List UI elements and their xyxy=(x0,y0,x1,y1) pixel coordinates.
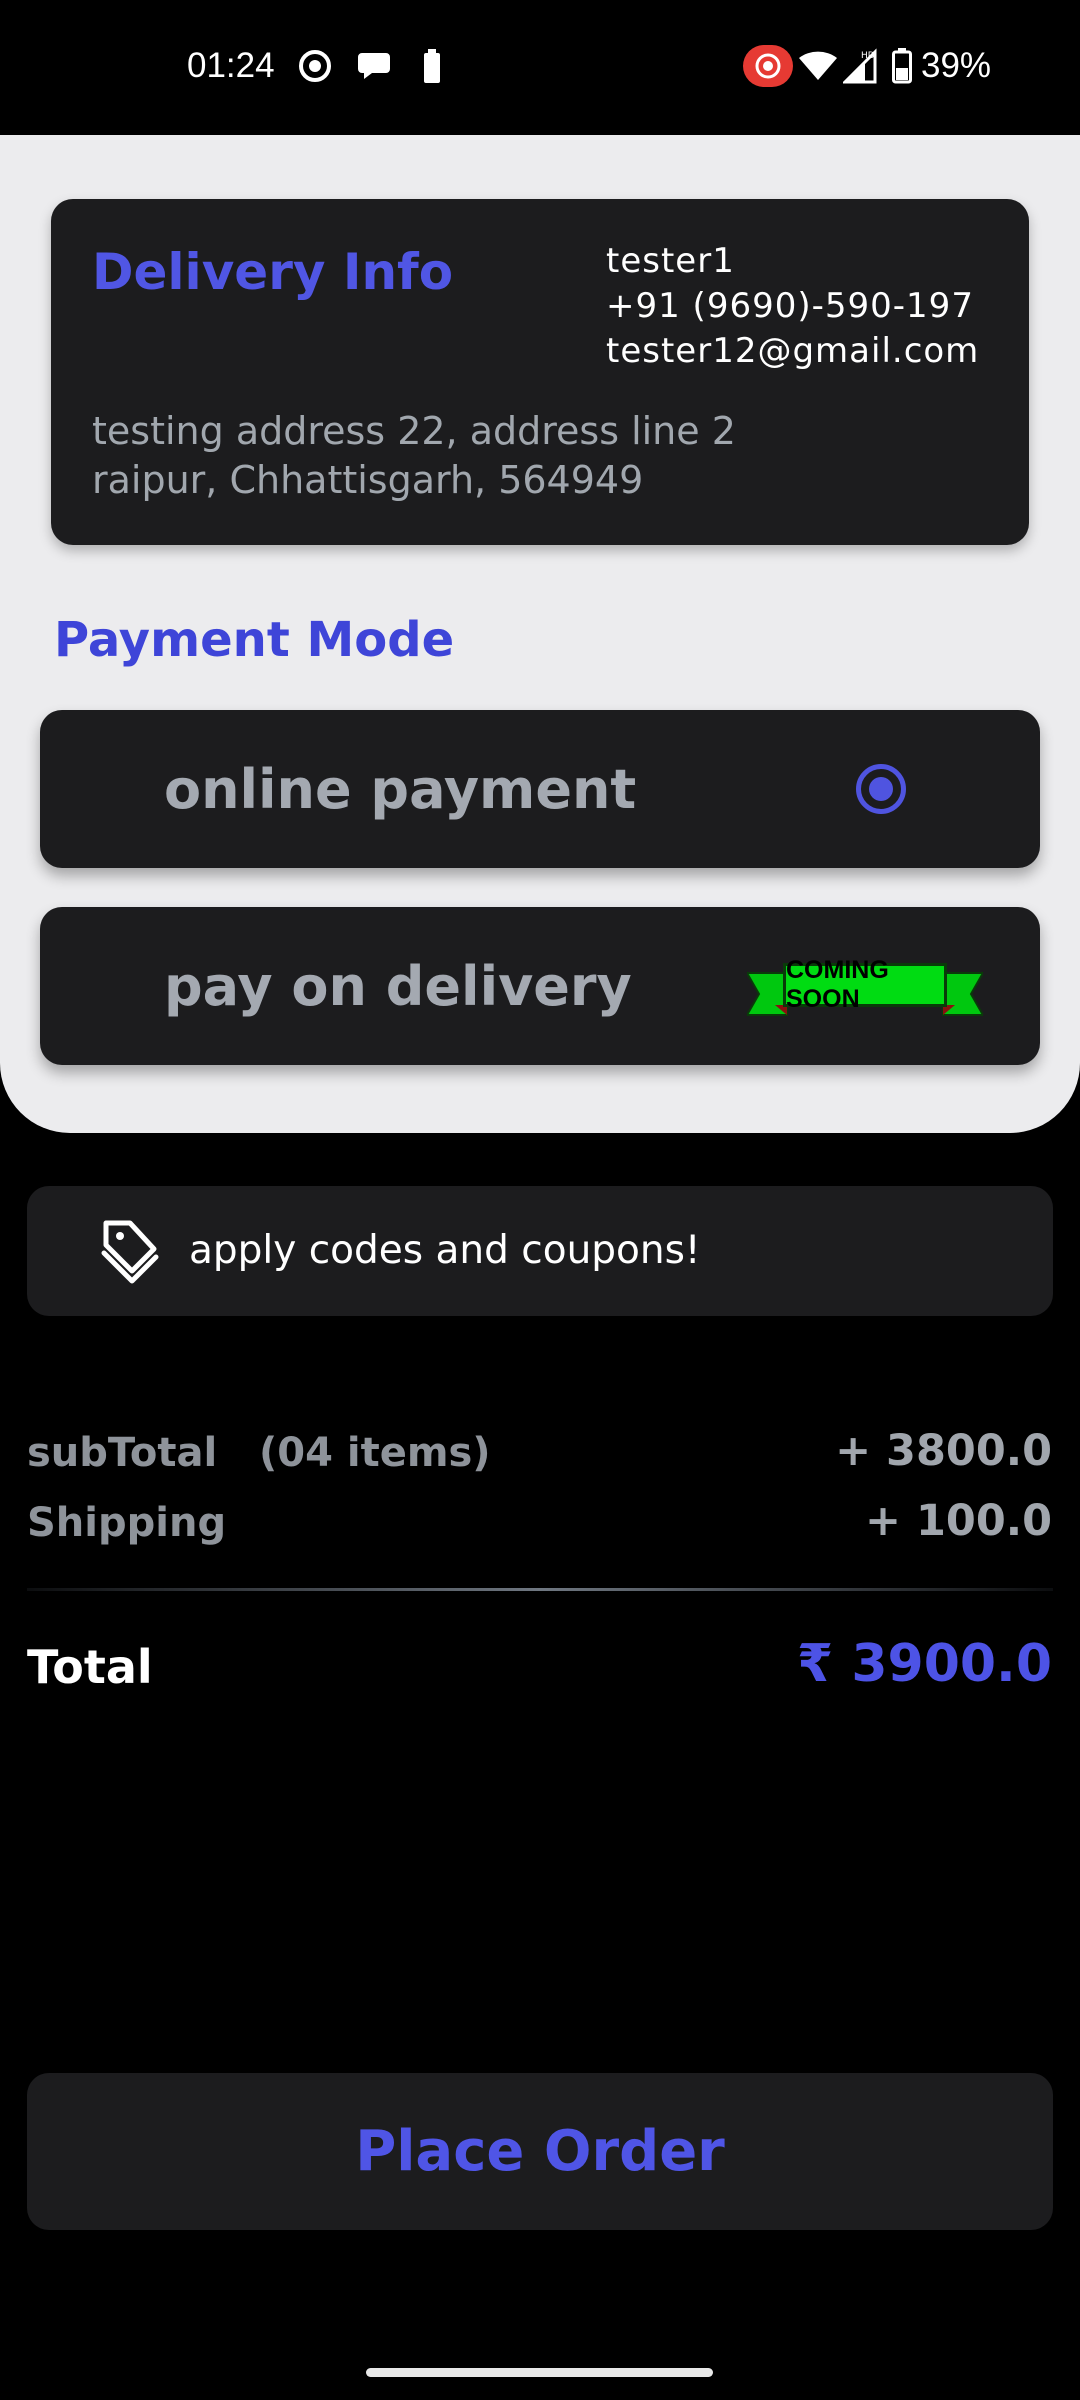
total-value: ₹ 3900.0 xyxy=(797,1634,1052,1694)
battery-percent: 39% xyxy=(921,46,992,85)
status-time: 01:24 xyxy=(187,46,275,85)
coming-soon-text: COMING SOON xyxy=(783,956,947,1013)
contact-email: tester12@gmail.com xyxy=(606,331,980,371)
contact-name: tester1 xyxy=(606,241,735,281)
payment-mode-title: Payment Mode xyxy=(54,612,455,668)
home-indicator[interactable] xyxy=(366,2368,713,2377)
wifi-icon xyxy=(798,48,838,84)
address-line-1: testing address 22, address line 2 xyxy=(92,409,736,453)
screen-record-icon xyxy=(742,45,794,87)
place-order-button[interactable]: Place Order xyxy=(27,2073,1053,2230)
payment-option-label: pay on delivery xyxy=(164,955,632,1018)
signal-icon: HD xyxy=(842,48,878,84)
contact-phone: +91 (9690)-590-197 xyxy=(606,286,974,326)
radio-selected-icon[interactable] xyxy=(856,764,906,814)
shipping-value: + 100.0 xyxy=(864,1496,1052,1546)
chat-bubble-icon xyxy=(355,48,393,84)
record-icon xyxy=(296,48,334,84)
summary-divider xyxy=(27,1588,1053,1591)
total-label: Total xyxy=(27,1640,153,1694)
tag-icon xyxy=(100,1219,160,1285)
apply-coupon-button[interactable]: apply codes and coupons! xyxy=(27,1186,1053,1316)
coupon-label: apply codes and coupons! xyxy=(189,1228,701,1273)
address-block: testing address 22, address line 2 raipu… xyxy=(92,407,736,505)
payment-option-online[interactable]: online payment xyxy=(40,710,1040,868)
payment-option-cod[interactable]: pay on delivery COMING SOON xyxy=(40,907,1040,1065)
delivery-info-title: Delivery Info xyxy=(92,243,454,301)
payment-option-label: online payment xyxy=(164,758,637,821)
shipping-label: Shipping xyxy=(27,1500,227,1546)
place-order-label: Place Order xyxy=(355,2119,725,2184)
items-count: (04 items) xyxy=(258,1430,491,1476)
battery-small-icon xyxy=(420,48,444,84)
battery-icon xyxy=(890,48,914,84)
status-bar: 01:24 HD 39% xyxy=(0,0,1080,135)
address-line-2: raipur, Chhattisgarh, 564949 xyxy=(92,458,644,502)
delivery-info-card: Delivery Info tester1 +91 (9690)-590-197… xyxy=(51,199,1029,545)
coming-soon-badge: COMING SOON xyxy=(747,955,983,1017)
svg-text:HD: HD xyxy=(861,51,875,61)
contact-block: tester1 +91 (9690)-590-197 tester12@gmai… xyxy=(606,239,979,374)
subtotal-label: subTotal (04 items) xyxy=(27,1430,491,1476)
subtotal-value: + 3800.0 xyxy=(835,1426,1052,1476)
